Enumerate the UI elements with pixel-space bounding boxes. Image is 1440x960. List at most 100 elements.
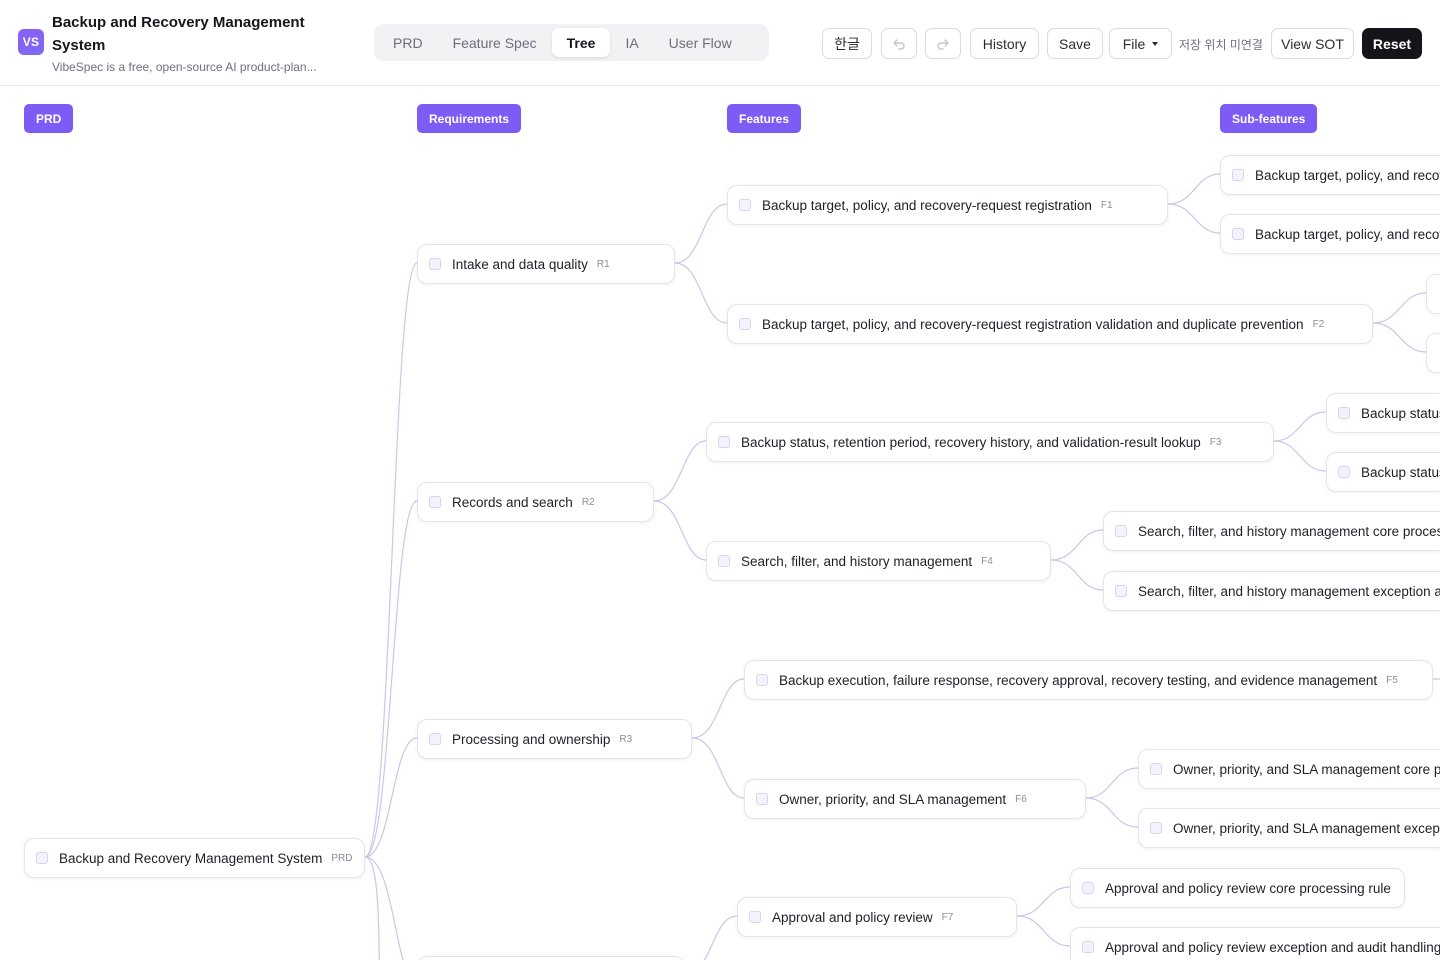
edge-root-r4: [364, 856, 404, 960]
edge-f3-s5: [1273, 411, 1327, 442]
edge-r2-f4: [653, 500, 707, 561]
project-subtitle: VibeSpec is a free, open-source AI produ…: [52, 60, 317, 74]
node-checkbox[interactable]: [756, 793, 768, 805]
file-menu-label: File: [1122, 35, 1146, 52]
tab-user-flow[interactable]: User Flow: [654, 28, 747, 57]
node-label: Approval and policy review exception and…: [1105, 939, 1440, 955]
tree-node-subfeature[interactable]: Owner, priority, and SLA management exce…: [1138, 808, 1440, 848]
node-label: Backup target, policy, and recove: [1255, 226, 1440, 242]
tab-tree[interactable]: Tree: [551, 28, 611, 57]
node-checkbox[interactable]: [1232, 169, 1244, 181]
edge-f4-s7: [1050, 529, 1104, 561]
tree-node-subfeature[interactable]: Search, filter, and history management e…: [1103, 571, 1440, 611]
tree-node-subfeature[interactable]: Backup status,: [1326, 393, 1440, 433]
tree-node-feature[interactable]: Backup status, retention period, recover…: [706, 422, 1274, 462]
edge-r3-f5: [691, 678, 745, 739]
tree-node-feature[interactable]: Approval and policy review F7: [737, 897, 1017, 937]
reset-button[interactable]: Reset: [1362, 28, 1422, 59]
tree-node-feature[interactable]: Backup execution, failure response, reco…: [744, 660, 1433, 700]
language-toggle-button[interactable]: 한글: [822, 28, 872, 59]
node-checkbox[interactable]: [756, 674, 768, 686]
app-root: VS Backup and Recovery Management System…: [0, 0, 1440, 960]
history-button[interactable]: History: [970, 28, 1039, 59]
tree-node-subfeature[interactable]: Approval and policy review core processi…: [1070, 868, 1405, 908]
node-label: Backup status,: [1361, 464, 1440, 480]
node-label: Processing and ownership: [452, 731, 611, 747]
node-checkbox[interactable]: [1338, 466, 1350, 478]
tree-node-subfeature-clipped[interactable]: [1426, 333, 1440, 373]
node-label: Backup and Recovery Management System: [59, 850, 323, 866]
node-label: Owner, priority, and SLA management: [779, 791, 1007, 807]
node-checkbox[interactable]: [1115, 585, 1127, 597]
node-checkbox[interactable]: [429, 496, 441, 508]
tree-node-requirement[interactable]: Records and search R2: [417, 482, 654, 522]
tree-node-subfeature[interactable]: Backup status,: [1326, 452, 1440, 492]
edge-root-r2: [364, 500, 418, 858]
node-label: Backup target, policy, and recovery-requ…: [762, 316, 1304, 332]
node-checkbox[interactable]: [36, 852, 48, 864]
tree-node-subfeature[interactable]: Owner, priority, and SLA management core…: [1138, 749, 1440, 789]
edge-r1-f1: [674, 203, 728, 264]
node-checkbox[interactable]: [1150, 822, 1162, 834]
node-label: Backup execution, failure response, reco…: [779, 672, 1378, 688]
view-sot-button[interactable]: View SOT: [1271, 28, 1354, 59]
file-menu-button[interactable]: File: [1109, 28, 1172, 59]
node-code: R1: [596, 258, 610, 270]
node-checkbox[interactable]: [739, 318, 751, 330]
tree-node-subfeature[interactable]: Approval and policy review exception and…: [1070, 927, 1440, 960]
app-logo[interactable]: VS: [18, 29, 44, 55]
node-checkbox[interactable]: [718, 436, 730, 448]
tree-node-requirement[interactable]: Intake and data quality R1: [417, 244, 675, 284]
redo-button[interactable]: [925, 28, 961, 59]
tree-node-subfeature[interactable]: Search, filter, and history management c…: [1103, 511, 1440, 551]
tree-node-subfeature[interactable]: Backup target, policy, and recove: [1220, 214, 1440, 254]
save-button[interactable]: Save: [1047, 28, 1103, 59]
node-code: F2: [1312, 318, 1325, 330]
node-checkbox[interactable]: [718, 555, 730, 567]
node-checkbox[interactable]: [739, 199, 751, 211]
top-bar: VS Backup and Recovery Management System…: [0, 0, 1440, 86]
node-checkbox[interactable]: [429, 258, 441, 270]
tree-node-feature[interactable]: Backup target, policy, and recovery-requ…: [727, 185, 1168, 225]
edge-f2-s4: [1372, 322, 1427, 353]
node-checkbox[interactable]: [1150, 763, 1162, 775]
node-checkbox[interactable]: [429, 733, 441, 745]
edge-f3-s6: [1273, 440, 1327, 472]
tree-node-feature[interactable]: Backup target, policy, and recovery-requ…: [727, 304, 1373, 344]
column-header-features: Features: [727, 104, 802, 133]
edge-f2-s3: [1372, 292, 1427, 324]
edge-r4-f7: [703, 915, 738, 960]
node-label: Backup status,: [1361, 405, 1440, 421]
tree-node-root[interactable]: Backup and Recovery Management System PR…: [24, 838, 365, 878]
project-title: Backup and Recovery Management System: [52, 14, 305, 54]
node-checkbox[interactable]: [1338, 407, 1350, 419]
undo-button[interactable]: [881, 28, 917, 59]
edge-f7-s13: [1016, 915, 1071, 947]
node-checkbox[interactable]: [749, 911, 761, 923]
node-code: F3: [1209, 436, 1222, 448]
edge-root-r1: [364, 262, 418, 858]
redo-icon: [937, 38, 949, 50]
edge-f6-s10: [1085, 767, 1139, 799]
edge-r1-f2: [674, 262, 728, 324]
tab-prd[interactable]: PRD: [378, 28, 438, 57]
tree-node-requirement-partial[interactable]: [417, 956, 685, 960]
column-header-requirements: Requirements: [417, 104, 522, 133]
tab-feature-spec[interactable]: Feature Spec: [438, 28, 552, 57]
tree-node-feature[interactable]: Owner, priority, and SLA management F6: [744, 779, 1086, 819]
tree-node-subfeature-clipped[interactable]: [1426, 274, 1440, 314]
tree-node-feature[interactable]: Search, filter, and history management F…: [706, 541, 1051, 581]
tab-ia[interactable]: IA: [610, 28, 653, 57]
node-code: F5: [1386, 674, 1398, 686]
node-checkbox[interactable]: [1082, 941, 1094, 953]
node-checkbox[interactable]: [1232, 228, 1244, 240]
view-tabs: PRD Feature Spec Tree IA User Flow: [374, 24, 769, 61]
node-code: R3: [619, 733, 633, 745]
node-code: F1: [1100, 199, 1113, 211]
node-checkbox[interactable]: [1082, 882, 1094, 894]
node-label: Approval and policy review core processi…: [1105, 880, 1391, 896]
tree-node-subfeature[interactable]: Backup target, policy, and recove: [1220, 155, 1440, 195]
node-checkbox[interactable]: [1115, 525, 1127, 537]
tree-node-requirement[interactable]: Processing and ownership R3: [417, 719, 692, 759]
node-code: PRD: [331, 852, 353, 864]
